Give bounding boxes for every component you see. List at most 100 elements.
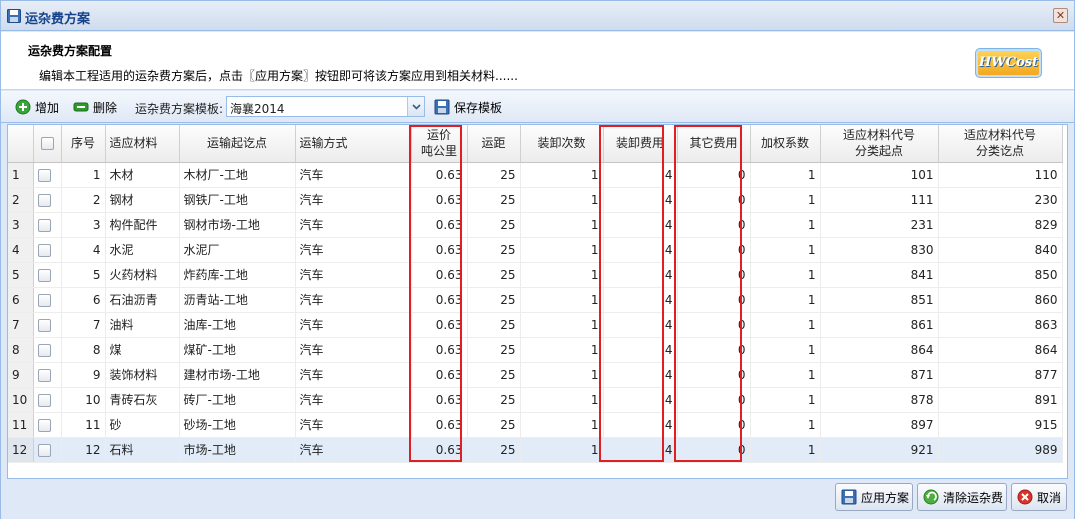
cell-load-fee[interactable]: 4 [603,362,678,388]
cell-other-fee[interactable]: 0 [677,212,751,238]
cell-load-fee[interactable]: 4 [603,262,678,288]
table-row[interactable]: 6 6 石油沥青 沥青站-工地 汽车 0.63 25 1 4 0 1 851 860 [8,287,1063,313]
cell-distance[interactable]: 25 [467,387,521,413]
cell-seq[interactable]: 7 [61,312,106,338]
cell-weight[interactable]: 1 [750,287,821,313]
cell-load-fee[interactable]: 4 [603,212,678,238]
cell-code-start[interactable]: 897 [820,412,939,438]
cell-mode[interactable]: 汽车 [295,362,412,388]
cell-mode[interactable]: 汽车 [295,337,412,363]
cell-material[interactable]: 构件配件 [105,212,180,238]
cell-mode[interactable]: 汽车 [295,437,412,463]
row-select[interactable] [33,162,62,188]
row-checkbox[interactable] [37,168,51,182]
row-checkbox[interactable] [37,218,51,232]
cell-route[interactable]: 砖厂-工地 [179,387,296,413]
cell-code-start[interactable]: 841 [820,262,939,288]
cell-price[interactable]: 0.63 [411,212,468,238]
cell-seq[interactable]: 11 [61,412,106,438]
cell-route[interactable]: 水泥厂 [179,237,296,263]
cell-weight[interactable]: 1 [750,312,821,338]
row-checkbox[interactable] [37,443,51,457]
save-template-button[interactable]: 保存模板 [434,97,502,117]
cell-other-fee[interactable]: 0 [677,262,751,288]
cell-load-times[interactable]: 1 [520,262,604,288]
cell-mode[interactable]: 汽车 [295,412,412,438]
cell-code-start[interactable]: 231 [820,212,939,238]
cell-weight[interactable]: 1 [750,237,821,263]
row-checkbox[interactable] [37,343,51,357]
cell-seq[interactable]: 9 [61,362,106,388]
cell-code-start[interactable]: 851 [820,287,939,313]
cell-load-times[interactable]: 1 [520,312,604,338]
col-weight[interactable]: 加权系数 [750,125,821,163]
cell-distance[interactable]: 25 [467,312,521,338]
cell-material[interactable]: 油料 [105,312,180,338]
cell-route[interactable]: 钢铁厂-工地 [179,187,296,213]
col-load-fee[interactable]: 装卸费用 [603,125,678,163]
row-checkbox[interactable] [37,393,51,407]
cell-distance[interactable]: 25 [467,362,521,388]
cell-material[interactable]: 砂 [105,412,180,438]
delete-button[interactable]: 删除 [73,97,117,117]
table-row[interactable]: 4 4 水泥 水泥厂 汽车 0.63 25 1 4 0 1 830 840 [8,237,1063,263]
cell-mode[interactable]: 汽车 [295,162,412,188]
cell-other-fee[interactable]: 0 [677,412,751,438]
row-checkbox[interactable] [37,368,51,382]
cell-load-fee[interactable]: 4 [603,437,678,463]
cell-seq[interactable]: 2 [61,187,106,213]
cell-price[interactable]: 0.63 [411,187,468,213]
cell-load-fee[interactable]: 4 [603,162,678,188]
cell-load-times[interactable]: 1 [520,412,604,438]
cell-other-fee[interactable]: 0 [677,312,751,338]
cell-route[interactable]: 砂场-工地 [179,412,296,438]
col-code-start[interactable]: 适应材料代号 分类起点 [820,125,939,163]
cell-code-start[interactable]: 864 [820,337,939,363]
cell-load-fee[interactable]: 4 [603,337,678,363]
cell-code-end[interactable]: 829 [938,212,1063,238]
cell-seq[interactable]: 3 [61,212,106,238]
cell-distance[interactable]: 25 [467,337,521,363]
cell-code-end[interactable]: 850 [938,262,1063,288]
cell-other-fee[interactable]: 0 [677,362,751,388]
cell-price[interactable]: 0.63 [411,337,468,363]
cell-mode[interactable]: 汽车 [295,187,412,213]
title-bar[interactable]: 运杂费方案 ✕ [1,1,1074,31]
col-load-times[interactable]: 装卸次数 [520,125,604,163]
cell-seq[interactable]: 6 [61,287,106,313]
cell-distance[interactable]: 25 [467,237,521,263]
cell-code-end[interactable]: 864 [938,337,1063,363]
table-row[interactable]: 3 3 构件配件 钢材市场-工地 汽车 0.63 25 1 4 0 1 231 829 [8,212,1063,238]
table-row[interactable]: 12 12 石料 市场-工地 汽车 0.63 25 1 4 0 1 921 989 [8,437,1063,463]
cell-route[interactable]: 煤矿-工地 [179,337,296,363]
cell-material[interactable]: 青砖石灰 [105,387,180,413]
cell-code-start[interactable]: 871 [820,362,939,388]
cell-load-fee[interactable]: 4 [603,287,678,313]
row-checkbox[interactable] [37,418,51,432]
table-row[interactable]: 8 8 煤煤矿-工地 汽车 0.63 25 1 4 0 1 864 864 [8,337,1063,363]
cell-price[interactable]: 0.63 [411,437,468,463]
col-select-all[interactable] [33,125,62,163]
cell-load-fee[interactable]: 4 [603,187,678,213]
cell-other-fee[interactable]: 0 [677,437,751,463]
row-select[interactable] [33,262,62,288]
cell-weight[interactable]: 1 [750,387,821,413]
cell-code-start[interactable]: 101 [820,162,939,188]
cell-weight[interactable]: 1 [750,337,821,363]
cell-seq[interactable]: 5 [61,262,106,288]
cell-price[interactable]: 0.63 [411,237,468,263]
cell-material[interactable]: 装饰材料 [105,362,180,388]
cell-code-start[interactable]: 921 [820,437,939,463]
cell-material[interactable]: 火药材料 [105,262,180,288]
cell-price[interactable]: 0.63 [411,362,468,388]
cell-code-end[interactable]: 110 [938,162,1063,188]
cell-other-fee[interactable]: 0 [677,187,751,213]
cell-other-fee[interactable]: 0 [677,337,751,363]
cell-code-end[interactable]: 891 [938,387,1063,413]
cell-load-times[interactable]: 1 [520,237,604,263]
cell-load-times[interactable]: 1 [520,212,604,238]
cell-distance[interactable]: 25 [467,162,521,188]
apply-scheme-button[interactable]: 应用方案 [835,483,913,511]
cell-code-end[interactable]: 230 [938,187,1063,213]
cell-seq[interactable]: 4 [61,237,106,263]
